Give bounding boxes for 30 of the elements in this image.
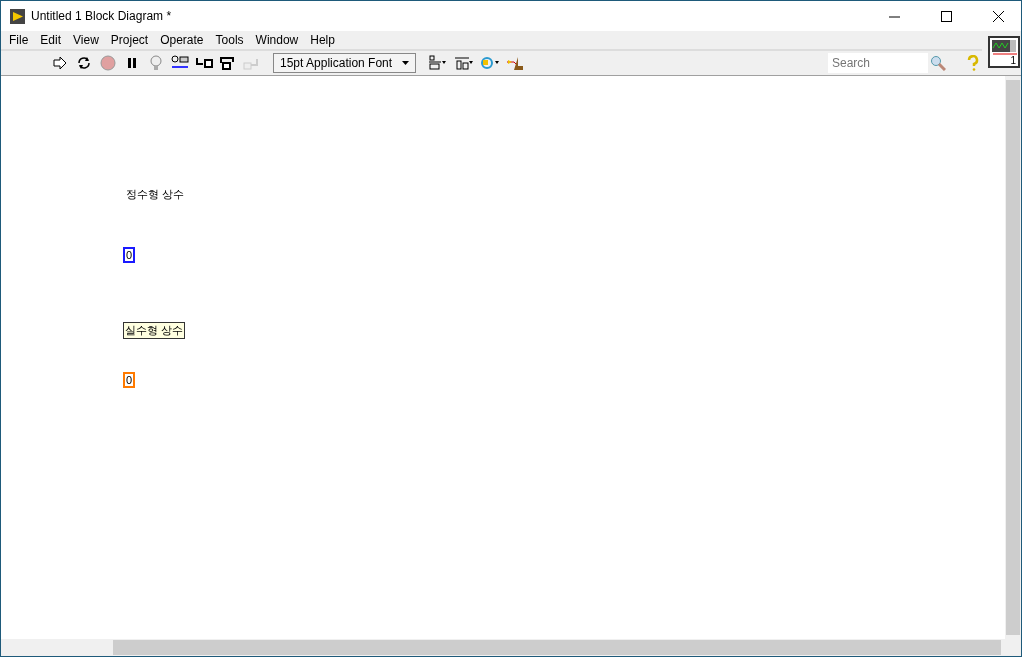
numeric-constant[interactable]: 0 <box>123 247 136 263</box>
close-icon[interactable] <box>992 10 1004 22</box>
run-continuously-icon[interactable] <box>75 55 93 71</box>
menu-item[interactable]: Edit <box>34 33 68 47</box>
terminal-number: 1 <box>1010 55 1016 66</box>
waveform-icon <box>991 39 1017 57</box>
run-arrow-icon[interactable] <box>51 55 69 71</box>
menu-item[interactable]: View <box>67 33 105 47</box>
menu-item[interactable]: Tools <box>209 33 250 47</box>
menu-item[interactable]: Help <box>304 33 341 47</box>
font-dropdown[interactable]: 15pt Application Font <box>273 53 417 73</box>
menu-item[interactable]: File <box>3 33 35 47</box>
vertical-scrollbar[interactable] <box>1005 76 1021 639</box>
menu-item[interactable]: Project <box>104 33 155 47</box>
vi-icon[interactable]: 1 <box>988 36 1020 68</box>
maximize-icon[interactable] <box>940 10 952 22</box>
horizontal-scrollbar[interactable] <box>1 639 1021 656</box>
distribute-objects-icon[interactable] <box>454 55 475 71</box>
search-field[interactable]: Search <box>828 53 928 73</box>
free-label: 실수형 상수 <box>123 322 186 339</box>
menu-item[interactable]: Window <box>249 33 305 47</box>
search-icon <box>930 55 946 71</box>
constant-label: 정수형 상수 <box>126 187 185 202</box>
app-logo-icon <box>10 8 25 24</box>
numeric-constant[interactable]: 0 <box>123 372 136 388</box>
align-objects-icon[interactable] <box>428 55 449 71</box>
menu-item[interactable]: Operate <box>154 33 210 47</box>
window-title: Untitled 1 Block Diagram * <box>31 9 173 23</box>
caret-icon <box>402 61 410 65</box>
block-diagram-canvas[interactable]: 정수형 상수 0 실수형 상수 0 <box>1 76 1005 639</box>
